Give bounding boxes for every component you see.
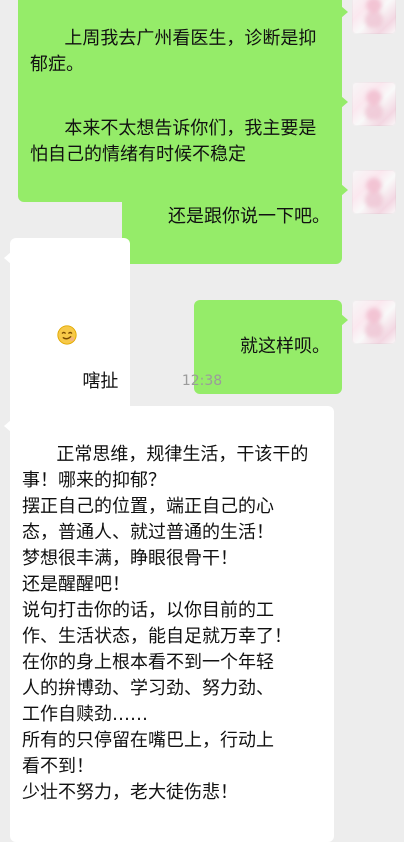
smirk-face-icon	[56, 272, 78, 345]
message-text: 就这样呗。	[240, 336, 330, 357]
message-row: 上周我去广州看医生，诊断是抑 郁症。	[0, 0, 404, 112]
message-text: 还是跟你说一下吧。	[168, 206, 330, 227]
timestamp: 12:38	[181, 373, 223, 389]
message-row: 本来不太想告诉你们，我主要是 怕自己的情绪有时候不稳定	[0, 78, 404, 202]
avatar[interactable]	[352, 170, 396, 214]
message-row: 嗐扯	[0, 234, 404, 429]
message-text: 正常思维，规律生活，干该干的 事！哪来的抑郁？ 摆正自己的位置，端正自己的心 态…	[22, 444, 309, 803]
message-row: 还是跟你说一下吧。	[0, 166, 404, 264]
chat-thread: 上周我去广州看医生，诊断是抑 郁症。 本来不太想告诉你们，我主要是 怕自己的情绪…	[0, 0, 404, 842]
message-bubble[interactable]: 正常思维，规律生活，干该干的 事！哪来的抑郁？ 摆正自己的位置，端正自己的心 态…	[4, 406, 334, 842]
avatar[interactable]	[352, 0, 396, 34]
avatar[interactable]	[352, 82, 396, 126]
avatar[interactable]	[352, 300, 396, 344]
message-row: 就这样呗。	[0, 296, 404, 394]
message-row: 正常思维，规律生活，干该干的 事！哪来的抑郁？ 摆正自己的位置，端正自己的心 态…	[0, 406, 404, 842]
message-text: 本来不太想告诉你们，我主要是 怕自己的情绪有时候不稳定	[30, 118, 317, 165]
message-text: 上周我去广州看医生，诊断是抑 郁症。	[30, 28, 317, 75]
